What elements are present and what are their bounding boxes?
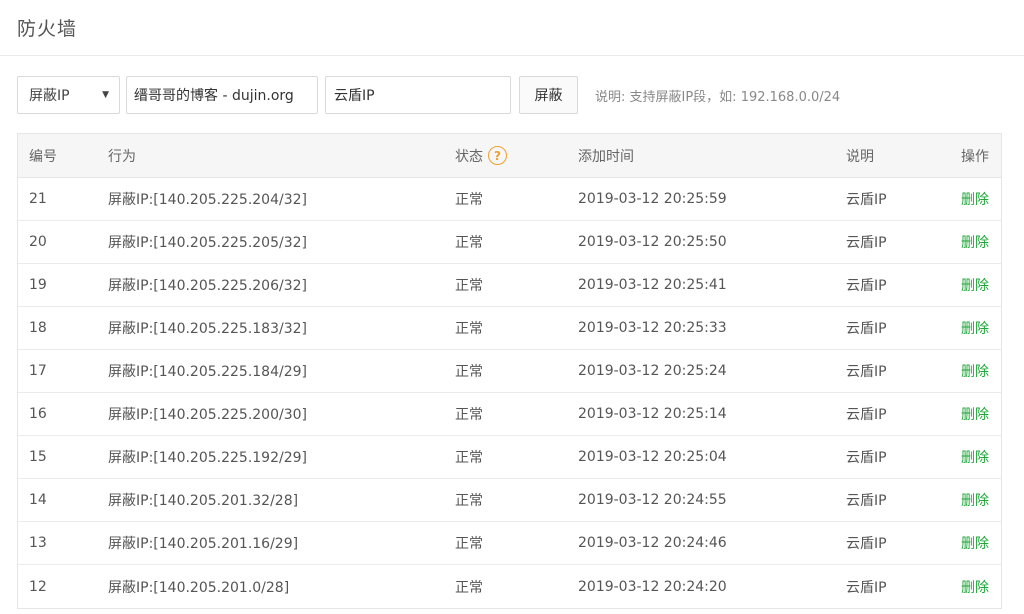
row-note: 云盾IP <box>846 493 887 509</box>
row-time: 2019-03-12 20:25:14 <box>578 406 727 422</box>
rules-table: 编号 行为 状态 ? 添加时间 说明 操作 21 屏蔽IP:[140.205.2… <box>17 133 1002 609</box>
row-status: 正常 <box>455 407 483 423</box>
row-time: 2019-03-12 20:24:20 <box>578 578 727 595</box>
row-id: 19 <box>29 277 47 293</box>
page-title: 防火墙 <box>17 18 78 40</box>
block-button[interactable]: 屏蔽 <box>519 76 578 114</box>
table-row: 21 屏蔽IP:[140.205.225.204/32] 正常 2019-03-… <box>18 178 1001 221</box>
delete-link[interactable]: 删除 <box>961 490 989 510</box>
header-status: 状态 ? <box>455 146 507 166</box>
toolbar: 屏蔽IP ▼ 缙哥哥的博客 - dujin.org 云盾IP 屏蔽 说明: 支持… <box>17 76 840 114</box>
row-status: 正常 <box>455 579 483 596</box>
header-time: 添加时间 <box>578 148 634 165</box>
row-id: 20 <box>29 234 47 250</box>
row-action: 屏蔽IP:[140.205.225.204/32] <box>108 192 307 208</box>
row-note: 云盾IP <box>846 450 887 466</box>
site-input[interactable]: 缙哥哥的博客 - dujin.org <box>126 76 318 114</box>
delete-link[interactable]: 删除 <box>961 533 989 553</box>
row-note: 云盾IP <box>846 321 887 337</box>
delete-link[interactable]: 删除 <box>961 577 989 597</box>
row-note: 云盾IP <box>846 278 887 294</box>
row-action: 屏蔽IP:[140.205.201.0/28] <box>108 579 290 596</box>
row-id: 18 <box>29 320 47 336</box>
delete-link[interactable]: 删除 <box>961 275 989 295</box>
table-row: 12 屏蔽IP:[140.205.201.0/28] 正常 2019-03-12… <box>18 565 1001 608</box>
question-circle-icon[interactable]: ? <box>488 146 507 165</box>
row-note: 云盾IP <box>846 536 887 552</box>
row-time: 2019-03-12 20:24:46 <box>578 535 727 551</box>
delete-link[interactable]: 删除 <box>961 361 989 381</box>
row-note: 云盾IP <box>846 364 887 380</box>
table-row: 19 屏蔽IP:[140.205.225.206/32] 正常 2019-03-… <box>18 264 1001 307</box>
table-row: 13 屏蔽IP:[140.205.201.16/29] 正常 2019-03-1… <box>18 522 1001 565</box>
row-status: 正常 <box>455 450 483 466</box>
row-action: 屏蔽IP:[140.205.225.183/32] <box>108 321 307 337</box>
row-action: 屏蔽IP:[140.205.225.184/29] <box>108 364 307 380</box>
header-operation: 操作 <box>961 148 989 165</box>
table-row: 20 屏蔽IP:[140.205.225.205/32] 正常 2019-03-… <box>18 221 1001 264</box>
delete-link[interactable]: 删除 <box>961 404 989 424</box>
description-input[interactable]: 云盾IP <box>325 76 511 114</box>
row-status: 正常 <box>455 536 483 552</box>
table-row: 14 屏蔽IP:[140.205.201.32/28] 正常 2019-03-1… <box>18 479 1001 522</box>
row-action: 屏蔽IP:[140.205.225.206/32] <box>108 278 307 294</box>
row-time: 2019-03-12 20:25:33 <box>578 320 727 336</box>
row-time: 2019-03-12 20:24:55 <box>578 492 727 508</box>
row-id: 12 <box>29 578 47 595</box>
hint-text: 说明: 支持屏蔽IP段，如: 192.168.0.0/24 <box>595 89 841 105</box>
row-status: 正常 <box>455 493 483 509</box>
rule-type-value: 屏蔽IP <box>29 88 70 104</box>
row-id: 14 <box>29 492 47 508</box>
table-header: 编号 行为 状态 ? 添加时间 说明 操作 <box>18 134 1001 178</box>
row-note: 云盾IP <box>846 579 887 596</box>
header-note: 说明 <box>846 148 874 165</box>
row-status: 正常 <box>455 235 483 251</box>
row-action: 屏蔽IP:[140.205.201.32/28] <box>108 493 299 509</box>
delete-link[interactable]: 删除 <box>961 447 989 467</box>
row-status: 正常 <box>455 192 483 208</box>
delete-link[interactable]: 删除 <box>961 318 989 338</box>
header-id: 编号 <box>29 148 57 165</box>
row-time: 2019-03-12 20:25:59 <box>578 191 727 207</box>
row-action: 屏蔽IP:[140.205.225.200/30] <box>108 407 307 423</box>
row-status: 正常 <box>455 278 483 294</box>
row-time: 2019-03-12 20:25:50 <box>578 234 727 250</box>
row-status: 正常 <box>455 321 483 337</box>
table-row: 17 屏蔽IP:[140.205.225.184/29] 正常 2019-03-… <box>18 350 1001 393</box>
table-row: 18 屏蔽IP:[140.205.225.183/32] 正常 2019-03-… <box>18 307 1001 350</box>
row-id: 21 <box>29 191 47 207</box>
table-row: 16 屏蔽IP:[140.205.225.200/30] 正常 2019-03-… <box>18 393 1001 436</box>
row-id: 17 <box>29 363 47 379</box>
header-status-label: 状态 <box>455 148 483 165</box>
row-id: 16 <box>29 406 47 422</box>
row-action: 屏蔽IP:[140.205.201.16/29] <box>108 536 299 552</box>
row-id: 15 <box>29 449 47 465</box>
row-status: 正常 <box>455 364 483 380</box>
row-time: 2019-03-12 20:25:24 <box>578 363 727 379</box>
rule-type-select[interactable]: 屏蔽IP ▼ <box>17 76 120 114</box>
title-bar: 防火墙 <box>0 0 1024 56</box>
caret-down-icon: ▼ <box>102 90 109 100</box>
delete-link[interactable]: 删除 <box>961 189 989 209</box>
row-time: 2019-03-12 20:25:04 <box>578 449 727 465</box>
table-row: 15 屏蔽IP:[140.205.225.192/29] 正常 2019-03-… <box>18 436 1001 479</box>
row-time: 2019-03-12 20:25:41 <box>578 277 727 293</box>
row-note: 云盾IP <box>846 192 887 208</box>
row-note: 云盾IP <box>846 407 887 423</box>
row-action: 屏蔽IP:[140.205.225.205/32] <box>108 235 307 251</box>
row-note: 云盾IP <box>846 235 887 251</box>
delete-link[interactable]: 删除 <box>961 232 989 252</box>
row-id: 13 <box>29 535 47 551</box>
header-action: 行为 <box>108 148 136 165</box>
row-action: 屏蔽IP:[140.205.225.192/29] <box>108 450 307 466</box>
